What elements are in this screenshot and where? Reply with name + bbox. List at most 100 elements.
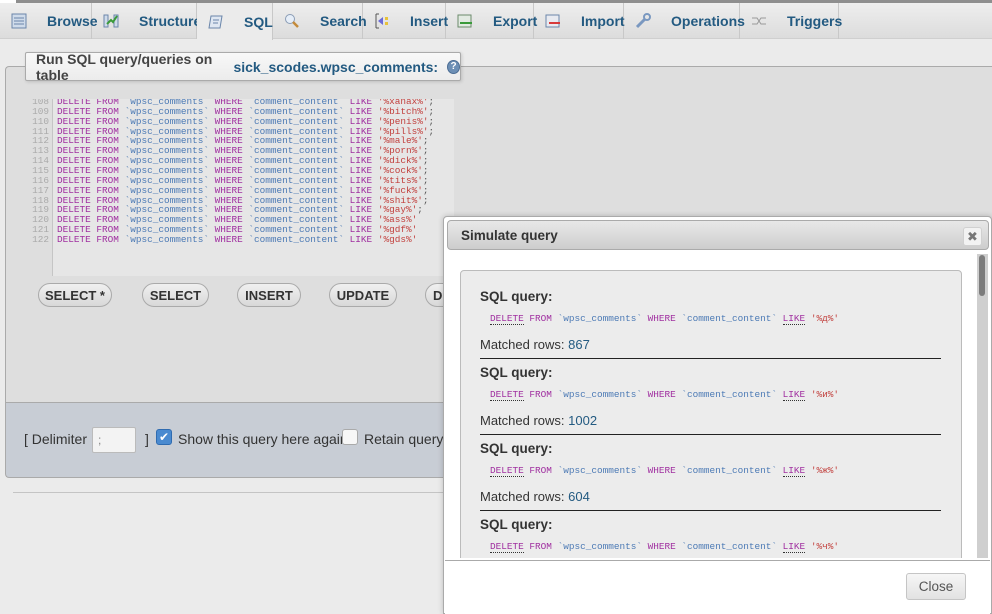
- help-icon[interactable]: ?: [447, 59, 460, 74]
- tab-import[interactable]: Import: [534, 3, 625, 39]
- browse-icon: [11, 13, 27, 29]
- pattern-string: '%ч%': [810, 541, 839, 552]
- keyword-like-link[interactable]: LIKE: [782, 465, 806, 477]
- keyword-where: WHERE: [214, 233, 243, 245]
- sql-query-heading: SQL query:: [480, 517, 553, 532]
- close-button[interactable]: Close: [906, 573, 966, 600]
- keyword-delete-link[interactable]: DELETE: [490, 465, 524, 477]
- matched-rows-label: Matched rows:: [480, 337, 565, 352]
- keyword-from: FROM: [529, 541, 552, 552]
- matched-rows-label: Matched rows:: [480, 413, 565, 428]
- pattern-string: '%и%': [810, 389, 839, 400]
- tab-search[interactable]: Search: [273, 3, 367, 39]
- tab-operations[interactable]: Operations: [624, 3, 745, 39]
- keyword-where: WHERE: [647, 389, 676, 400]
- tab-insert[interactable]: Insert: [363, 3, 449, 39]
- keyword-delete-link[interactable]: DELETE: [490, 541, 524, 553]
- dialog-footer: Close: [445, 560, 990, 614]
- delimiter-label: [ Delimiter: [24, 431, 88, 447]
- tab-bar: Browse Structure SQL Search Insert Expor…: [0, 3, 992, 40]
- scroll-thumb[interactable]: [979, 255, 985, 296]
- pattern-string: '%gds%': [377, 233, 418, 245]
- retain-query-label: Retain query: [364, 431, 444, 447]
- keyword-delete-link[interactable]: DELETE: [490, 389, 524, 401]
- tab-sql[interactable]: SQL: [197, 3, 273, 40]
- keyword-delete-link[interactable]: DELETE: [490, 313, 524, 325]
- matched-rows-count: 867: [568, 337, 590, 352]
- show-query-checkbox[interactable]: ✔: [156, 429, 172, 445]
- select-star-button[interactable]: SELECT *: [38, 283, 112, 307]
- select-button[interactable]: SELECT: [142, 283, 209, 307]
- tab-label: Triggers: [787, 13, 843, 29]
- tab-label: Export: [493, 13, 538, 29]
- dialog-body: SQL query: DELETE FROM `wpsc_comments` WH…: [445, 254, 990, 558]
- line-number: 122: [32, 233, 49, 245]
- table-identifier: `wpsc_comments`: [557, 313, 642, 324]
- close-icon[interactable]: ✖: [963, 227, 982, 246]
- column-identifier: `comment_content`: [681, 313, 778, 324]
- retain-query-checkbox[interactable]: [342, 429, 358, 445]
- code-line: 122 DELETE FROM `wpsc_comments` WHERE `co…: [24, 233, 418, 245]
- show-query-label: Show this query here again: [178, 431, 348, 447]
- keyword-where: WHERE: [647, 465, 676, 476]
- keyword-like-link[interactable]: LIKE: [782, 389, 806, 401]
- sql-query-code: DELETE FROM `wpsc_comments` WHERE `comme…: [490, 313, 839, 325]
- legend-prefix: Run SQL query/queries on table: [36, 50, 213, 83]
- tab-label: Browse: [47, 13, 98, 29]
- table-identifier: `wpsc_comments`: [124, 233, 209, 245]
- column-identifier: `comment_content`: [681, 465, 778, 476]
- tab-structure[interactable]: Structure: [92, 3, 201, 39]
- update-button[interactable]: UPDATE: [329, 283, 397, 307]
- pattern-string: '%д%': [810, 313, 839, 324]
- keyword-where: WHERE: [647, 313, 676, 324]
- sql-query-heading: SQL query:: [480, 289, 553, 304]
- tab-label: Insert: [410, 13, 449, 29]
- tab-label: Search: [320, 13, 367, 29]
- column-identifier: `comment_content`: [248, 233, 345, 245]
- keyword-like-link[interactable]: LIKE: [782, 541, 806, 553]
- matched-rows-count: 604: [568, 489, 590, 504]
- insert-button[interactable]: INSERT: [237, 283, 301, 307]
- matched-rows: Matched rows: 1002: [480, 413, 597, 428]
- tab-browse[interactable]: Browse: [0, 3, 98, 39]
- insert-icon: [374, 13, 390, 29]
- keyword-from: FROM: [96, 233, 119, 245]
- keyword-delete: DELETE: [57, 233, 91, 245]
- table-identifier: `wpsc_comments`: [557, 465, 642, 476]
- column-identifier: `comment_content`: [681, 389, 778, 400]
- keyword-like: LIKE: [349, 233, 373, 245]
- keyword-from: FROM: [529, 389, 552, 400]
- dialog-title: Simulate query: [461, 227, 558, 243]
- search-icon: [284, 13, 300, 29]
- dialog-scrollbar[interactable]: [977, 254, 988, 558]
- keyword-from: FROM: [529, 313, 552, 324]
- sql-query-heading: SQL query:: [480, 365, 553, 380]
- export-icon: [457, 13, 473, 29]
- keyword-where: WHERE: [647, 541, 676, 552]
- sql-query-heading: SQL query:: [480, 441, 553, 456]
- tab-export[interactable]: Export: [446, 3, 538, 39]
- legend-table-link[interactable]: sick_scodes.wpsc_comments:: [233, 59, 438, 75]
- sql-query-code: DELETE FROM `wpsc_comments` WHERE `comme…: [490, 541, 839, 553]
- matched-rows-label: Matched rows:: [480, 489, 565, 504]
- dialog-titlebar[interactable]: Simulate query ✖: [447, 220, 989, 250]
- tab-triggers[interactable]: Triggers: [740, 3, 843, 39]
- operations-icon: [635, 13, 651, 29]
- import-icon: [545, 13, 561, 29]
- result-divider: [480, 510, 941, 511]
- sql-editor[interactable]: 108 DELETE FROM `wpsc_comments` WHERE `co…: [24, 99, 454, 276]
- table-identifier: `wpsc_comments`: [557, 389, 642, 400]
- matched-rows-count: 1002: [568, 413, 598, 428]
- sql-query-code: DELETE FROM `wpsc_comments` WHERE `comme…: [490, 389, 839, 401]
- tab-label: Operations: [671, 13, 745, 29]
- tab-label: Import: [581, 13, 625, 29]
- delimiter-input[interactable]: [92, 427, 136, 453]
- sql-icon: [208, 14, 224, 30]
- simulate-query-dialog: Simulate query ✖ SQL query: DELETE FROM `…: [443, 216, 992, 614]
- table-identifier: `wpsc_comments`: [557, 541, 642, 552]
- result-divider: [480, 358, 941, 359]
- matched-rows: Matched rows: 867: [480, 337, 590, 352]
- triggers-icon: [751, 13, 767, 29]
- keyword-like-link[interactable]: LIKE: [782, 313, 806, 325]
- semicolon: ;: [422, 194, 429, 206]
